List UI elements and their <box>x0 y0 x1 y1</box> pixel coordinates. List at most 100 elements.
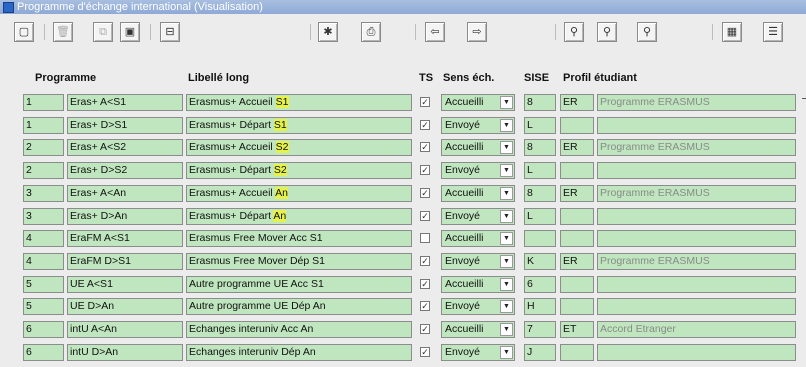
programme-number-field[interactable]: 2 <box>23 139 64 156</box>
libelle-long-field[interactable]: Erasmus Free Mover Dép S1 <box>186 253 412 270</box>
profil-label-field[interactable] <box>597 276 796 293</box>
programme-code-field[interactable]: Eras+ D>S1 <box>67 117 183 134</box>
programme-number-field[interactable]: 6 <box>23 321 64 338</box>
sise-field[interactable]: 8 <box>524 139 556 156</box>
libelle-long-field[interactable]: Autre programme UE Dép An <box>186 298 412 315</box>
profil-label-field[interactable] <box>597 162 796 179</box>
sens-echange-select[interactable]: Accueilli ▼ <box>441 321 515 338</box>
chevron-down-icon[interactable]: ▼ <box>500 119 513 132</box>
libelle-long-field[interactable]: Echanges interuniv Dép An <box>186 344 412 361</box>
eraser-button[interactable]: ✱ <box>318 22 338 42</box>
filter-button[interactable]: ⚲ <box>637 22 657 42</box>
chevron-down-icon[interactable]: ▼ <box>500 187 513 200</box>
programme-code-field[interactable]: UE A<S1 <box>67 276 183 293</box>
programme-code-field[interactable]: Eras+ D>S2 <box>67 162 183 179</box>
sens-echange-select[interactable]: Envoyé ▼ <box>441 253 515 270</box>
sise-field[interactable]: L <box>524 208 556 225</box>
sise-field[interactable]: 6 <box>524 276 556 293</box>
ts-checkbox[interactable]: ✓ <box>420 142 430 152</box>
ts-checkbox[interactable]: ✓ <box>420 120 430 130</box>
programme-number-field[interactable]: 5 <box>23 298 64 315</box>
previous-button[interactable]: ⇦ <box>425 22 445 42</box>
sise-field[interactable]: L <box>524 162 556 179</box>
chevron-down-icon[interactable]: ▼ <box>500 300 513 313</box>
sens-echange-select[interactable]: Accueilli ▼ <box>441 276 515 293</box>
libelle-long-field[interactable]: Echanges interuniv Acc An <box>186 321 412 338</box>
save-button[interactable]: ▣ <box>120 22 140 42</box>
print-button[interactable]: ⎙ <box>361 22 381 42</box>
programme-code-field[interactable]: EraFM A<S1 <box>67 230 183 247</box>
libelle-long-field[interactable]: Erasmus+ Départ S1 <box>186 117 412 134</box>
chevron-down-icon[interactable]: ▼ <box>500 141 513 154</box>
form-button[interactable]: ⊟ <box>160 22 180 42</box>
programme-code-field[interactable]: Eras+ A<S2 <box>67 139 183 156</box>
profil-code-field[interactable] <box>560 117 594 134</box>
chevron-down-icon[interactable]: ▼ <box>500 232 513 245</box>
ts-checkbox[interactable]: ✓ <box>420 279 430 289</box>
profil-code-field[interactable] <box>560 162 594 179</box>
ts-checkbox[interactable]: ✓ <box>420 97 430 107</box>
profil-label-field[interactable] <box>597 298 796 315</box>
ts-checkbox[interactable]: ✓ <box>420 301 430 311</box>
list-button[interactable]: ☰ <box>763 22 783 42</box>
ts-checkbox[interactable]: ✓ <box>420 188 430 198</box>
ts-checkbox[interactable]: ✓ <box>420 165 430 175</box>
sise-field[interactable]: 7 <box>524 321 556 338</box>
ts-checkbox[interactable]: ✓ <box>420 324 430 334</box>
programme-number-field[interactable]: 1 <box>23 94 64 111</box>
sise-field[interactable] <box>524 230 556 247</box>
profil-code-field[interactable]: ER <box>560 94 594 111</box>
profil-label-field[interactable]: Accord Etranger <box>597 321 796 338</box>
programme-code-field[interactable]: UE D>An <box>67 298 183 315</box>
view-button[interactable]: ▦ <box>722 22 742 42</box>
next-button[interactable]: ⇨ <box>467 22 487 42</box>
programme-code-field[interactable]: Eras+ A<An <box>67 185 183 202</box>
chevron-down-icon[interactable]: ▼ <box>500 164 513 177</box>
libelle-long-field[interactable]: Erasmus+ Départ An <box>186 208 412 225</box>
sise-field[interactable]: J <box>524 344 556 361</box>
delete-button[interactable]: 🗑 <box>53 22 73 42</box>
profil-code-field[interactable]: ER <box>560 185 594 202</box>
profil-code-field[interactable] <box>560 298 594 315</box>
libelle-long-field[interactable]: Autre programme UE Acc S1 <box>186 276 412 293</box>
profil-code-field[interactable] <box>560 230 594 247</box>
profil-label-field[interactable]: Programme ERASMUS <box>597 139 796 156</box>
programme-number-field[interactable]: 4 <box>23 253 64 270</box>
profil-code-field[interactable]: ER <box>560 139 594 156</box>
profil-label-field[interactable] <box>597 117 796 134</box>
libelle-long-field[interactable]: Erasmus+ Accueil S2 <box>186 139 412 156</box>
scrollbar-marker[interactable] <box>802 98 806 99</box>
programme-number-field[interactable]: 3 <box>23 208 64 225</box>
programme-number-field[interactable]: 5 <box>23 276 64 293</box>
sise-field[interactable]: L <box>524 117 556 134</box>
programme-number-field[interactable]: 3 <box>23 185 64 202</box>
programme-code-field[interactable]: Eras+ D>An <box>67 208 183 225</box>
copy-button[interactable]: ⧉ <box>93 22 113 42</box>
search-button[interactable]: ⚲ <box>564 22 584 42</box>
profil-code-field[interactable] <box>560 344 594 361</box>
libelle-long-field[interactable]: Erasmus+ Accueil An <box>186 185 412 202</box>
profil-label-field[interactable] <box>597 230 796 247</box>
profil-label-field[interactable] <box>597 344 796 361</box>
ts-checkbox[interactable] <box>420 233 430 243</box>
sens-echange-select[interactable]: Accueilli ▼ <box>441 139 515 156</box>
profil-code-field[interactable]: ET <box>560 321 594 338</box>
query-button[interactable]: ⚲ <box>597 22 617 42</box>
sens-echange-select[interactable]: Envoyé ▼ <box>441 344 515 361</box>
sise-field[interactable]: H <box>524 298 556 315</box>
programme-number-field[interactable]: 2 <box>23 162 64 179</box>
sise-field[interactable]: 8 <box>524 94 556 111</box>
sens-echange-select[interactable]: Accueilli ▼ <box>441 185 515 202</box>
libelle-long-field[interactable]: Erasmus Free Mover Acc S1 <box>186 230 412 247</box>
chevron-down-icon[interactable]: ▼ <box>500 346 513 359</box>
profil-label-field[interactable]: Programme ERASMUS <box>597 253 796 270</box>
sens-echange-select[interactable]: Envoyé ▼ <box>441 117 515 134</box>
chevron-down-icon[interactable]: ▼ <box>500 96 513 109</box>
profil-label-field[interactable] <box>597 208 796 225</box>
programme-code-field[interactable]: Eras+ A<S1 <box>67 94 183 111</box>
profil-code-field[interactable] <box>560 276 594 293</box>
profil-code-field[interactable]: ER <box>560 253 594 270</box>
sens-echange-select[interactable]: Envoyé ▼ <box>441 298 515 315</box>
libelle-long-field[interactable]: Erasmus+ Départ S2 <box>186 162 412 179</box>
programme-number-field[interactable]: 1 <box>23 117 64 134</box>
